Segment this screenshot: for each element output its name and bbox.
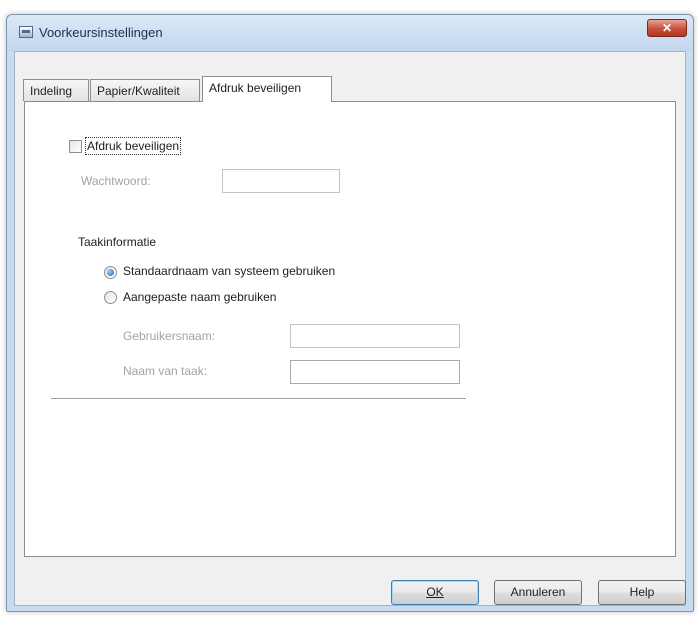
radio-custom-name[interactable] bbox=[104, 291, 117, 304]
dialog-body: Indeling Papier/Kwaliteit Afdruk beveili… bbox=[14, 51, 686, 606]
close-icon: ✕ bbox=[661, 21, 673, 35]
tab-panel-afdruk-beveiligen: Afdruk beveiligen Wachtwoord: Taakinform… bbox=[24, 101, 676, 557]
job-name-field[interactable] bbox=[290, 360, 460, 384]
tab-label: Afdruk beveiligen bbox=[209, 81, 302, 95]
password-field[interactable] bbox=[222, 169, 340, 193]
close-button[interactable]: ✕ bbox=[647, 19, 687, 37]
tab-label: Indeling bbox=[30, 84, 73, 98]
radio-system-default-name-label[interactable]: Standaardnaam van systeem gebruiken bbox=[123, 264, 335, 278]
separator-line bbox=[51, 398, 466, 400]
help-button[interactable]: Help bbox=[598, 580, 686, 605]
username-label: Gebruikersnaam: bbox=[123, 329, 216, 343]
tab-afdruk-beveiligen[interactable]: Afdruk beveiligen bbox=[202, 76, 332, 102]
secure-print-checkbox[interactable] bbox=[69, 140, 82, 153]
preferences-dialog: Voorkeursinstellingen ✕ Indeling Papier/… bbox=[6, 14, 694, 612]
printer-settings-icon bbox=[19, 26, 33, 38]
tab-papier-kwaliteit[interactable]: Papier/Kwaliteit bbox=[90, 79, 200, 101]
cancel-button[interactable]: Annuleren bbox=[494, 580, 582, 605]
secure-print-label[interactable]: Afdruk beveiligen bbox=[84, 137, 182, 155]
username-field[interactable] bbox=[290, 324, 460, 348]
ok-button[interactable]: OK bbox=[391, 580, 479, 605]
tab-indeling[interactable]: Indeling bbox=[23, 79, 89, 101]
job-info-heading: Taakinformatie bbox=[78, 235, 157, 249]
title-bar[interactable]: Voorkeursinstellingen ✕ bbox=[7, 15, 693, 51]
radio-system-default-name[interactable] bbox=[104, 266, 117, 279]
radio-custom-name-label[interactable]: Aangepaste naam gebruiken bbox=[123, 290, 276, 304]
tab-label: Papier/Kwaliteit bbox=[97, 84, 180, 98]
window-title: Voorkeursinstellingen bbox=[39, 25, 163, 40]
job-name-label: Naam van taak: bbox=[123, 364, 208, 378]
password-label: Wachtwoord: bbox=[81, 174, 151, 188]
